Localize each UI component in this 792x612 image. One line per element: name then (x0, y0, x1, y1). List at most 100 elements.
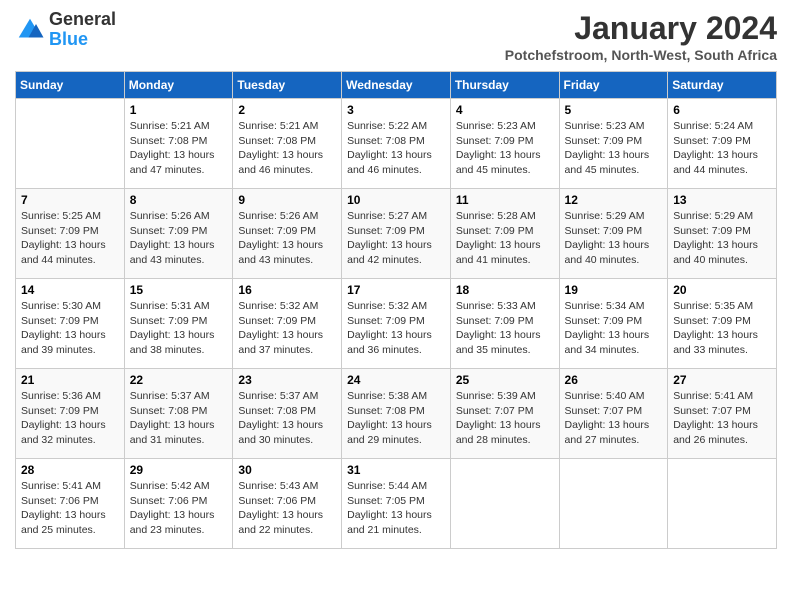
calendar-cell: 31 Sunrise: 5:44 AM Sunset: 7:05 PM Dayli… (342, 459, 451, 549)
day-info: Sunrise: 5:29 AM Sunset: 7:09 PM Dayligh… (673, 209, 771, 268)
day-number: 22 (130, 373, 228, 387)
calendar-cell: 17Sunrise: 5:32 AM Sunset: 7:09 PM Dayli… (342, 279, 451, 369)
day-number: 5 (565, 103, 663, 117)
day-info: Sunrise: 5:33 AM Sunset: 7:09 PM Dayligh… (456, 299, 554, 358)
day-info: Sunrise: 5:38 AM Sunset: 7:08 PM Dayligh… (347, 389, 445, 448)
day-info: Sunrise: 5:42 AM Sunset: 7:06 PM Dayligh… (130, 479, 228, 538)
header-cell-friday: Friday (559, 72, 668, 99)
day-info: Sunrise: 5:21 AM Sunset: 7:08 PM Dayligh… (130, 119, 228, 178)
day-number: 21 (21, 373, 119, 387)
day-info: Sunrise: 5:28 AM Sunset: 7:09 PM Dayligh… (456, 209, 554, 268)
day-info: Sunrise: 5:36 AM Sunset: 7:09 PM Dayligh… (21, 389, 119, 448)
day-number: 29 (130, 463, 228, 477)
calendar-cell: 18 Sunrise: 5:33 AM Sunset: 7:09 PM Dayli… (450, 279, 559, 369)
calendar-cell: 15 Sunrise: 5:31 AM Sunset: 7:09 PM Dayli… (124, 279, 233, 369)
calendar-cell: 30Sunrise: 5:43 AM Sunset: 7:06 PM Dayli… (233, 459, 342, 549)
week-row-4: 21 Sunrise: 5:36 AM Sunset: 7:09 PM Dayli… (16, 369, 777, 459)
calendar-cell: 4Sunrise: 5:23 AM Sunset: 7:09 PM Daylig… (450, 99, 559, 189)
day-number: 16 (238, 283, 336, 297)
week-row-3: 14 Sunrise: 5:30 AM Sunset: 7:09 PM Dayli… (16, 279, 777, 369)
day-number: 23 (238, 373, 336, 387)
calendar-cell: 16 Sunrise: 5:32 AM Sunset: 7:09 PM Dayli… (233, 279, 342, 369)
header-row: SundayMondayTuesdayWednesdayThursdayFrid… (16, 72, 777, 99)
day-number: 30 (238, 463, 336, 477)
calendar-cell: 25Sunrise: 5:39 AM Sunset: 7:07 PM Dayli… (450, 369, 559, 459)
header-cell-thursday: Thursday (450, 72, 559, 99)
day-info: Sunrise: 5:35 AM Sunset: 7:09 PM Dayligh… (673, 299, 771, 358)
day-info: Sunrise: 5:26 AM Sunset: 7:09 PM Dayligh… (130, 209, 228, 268)
day-info: Sunrise: 5:34 AM Sunset: 7:09 PM Dayligh… (565, 299, 663, 358)
day-number: 4 (456, 103, 554, 117)
calendar-cell: 13 Sunrise: 5:29 AM Sunset: 7:09 PM Dayli… (668, 189, 777, 279)
location: Potchefstroom, North-West, South Africa (505, 47, 777, 63)
header-cell-monday: Monday (124, 72, 233, 99)
day-number: 11 (456, 193, 554, 207)
calendar-cell (559, 459, 668, 549)
calendar-cell: 22 Sunrise: 5:37 AM Sunset: 7:08 PM Dayli… (124, 369, 233, 459)
day-number: 3 (347, 103, 445, 117)
calendar-cell (450, 459, 559, 549)
calendar-cell: 24 Sunrise: 5:38 AM Sunset: 7:08 PM Dayli… (342, 369, 451, 459)
calendar-cell: 14 Sunrise: 5:30 AM Sunset: 7:09 PM Dayli… (16, 279, 125, 369)
day-number: 7 (21, 193, 119, 207)
calendar-cell: 2Sunrise: 5:21 AM Sunset: 7:08 PM Daylig… (233, 99, 342, 189)
calendar-cell: 20 Sunrise: 5:35 AM Sunset: 7:09 PM Dayli… (668, 279, 777, 369)
day-number: 1 (130, 103, 228, 117)
day-info: Sunrise: 5:30 AM Sunset: 7:09 PM Dayligh… (21, 299, 119, 358)
header-cell-sunday: Sunday (16, 72, 125, 99)
week-row-1: 1 Sunrise: 5:21 AM Sunset: 7:08 PM Daylig… (16, 99, 777, 189)
day-number: 31 (347, 463, 445, 477)
calendar-cell: 27 Sunrise: 5:41 AM Sunset: 7:07 PM Dayli… (668, 369, 777, 459)
day-info: Sunrise: 5:31 AM Sunset: 7:09 PM Dayligh… (130, 299, 228, 358)
day-info: Sunrise: 5:37 AM Sunset: 7:08 PM Dayligh… (238, 389, 336, 448)
day-number: 19 (565, 283, 663, 297)
day-number: 8 (130, 193, 228, 207)
day-info: Sunrise: 5:26 AM Sunset: 7:09 PM Dayligh… (238, 209, 336, 268)
day-info: Sunrise: 5:40 AM Sunset: 7:07 PM Dayligh… (565, 389, 663, 448)
calendar-cell (668, 459, 777, 549)
day-number: 10 (347, 193, 445, 207)
title-block: January 2024 Potchefstroom, North-West, … (505, 10, 777, 63)
day-info: Sunrise: 5:24 AM Sunset: 7:09 PM Dayligh… (673, 119, 771, 178)
day-info: Sunrise: 5:27 AM Sunset: 7:09 PM Dayligh… (347, 209, 445, 268)
day-number: 14 (21, 283, 119, 297)
day-number: 18 (456, 283, 554, 297)
day-number: 12 (565, 193, 663, 207)
logo: General Blue (15, 10, 116, 50)
day-info: Sunrise: 5:37 AM Sunset: 7:08 PM Dayligh… (130, 389, 228, 448)
month-year: January 2024 (505, 10, 777, 47)
day-info: Sunrise: 5:44 AM Sunset: 7:05 PM Dayligh… (347, 479, 445, 538)
calendar-cell: 26Sunrise: 5:40 AM Sunset: 7:07 PM Dayli… (559, 369, 668, 459)
header-cell-saturday: Saturday (668, 72, 777, 99)
day-number: 15 (130, 283, 228, 297)
day-number: 6 (673, 103, 771, 117)
calendar-cell: 1 Sunrise: 5:21 AM Sunset: 7:08 PM Daylig… (124, 99, 233, 189)
calendar-cell: 5 Sunrise: 5:23 AM Sunset: 7:09 PM Daylig… (559, 99, 668, 189)
day-number: 13 (673, 193, 771, 207)
day-info: Sunrise: 5:32 AM Sunset: 7:09 PM Dayligh… (238, 299, 336, 358)
day-number: 24 (347, 373, 445, 387)
page-header: General Blue January 2024 Potchefstroom,… (15, 10, 777, 63)
day-info: Sunrise: 5:39 AM Sunset: 7:07 PM Dayligh… (456, 389, 554, 448)
calendar-cell: 19 Sunrise: 5:34 AM Sunset: 7:09 PM Dayli… (559, 279, 668, 369)
week-row-5: 28Sunrise: 5:41 AM Sunset: 7:06 PM Dayli… (16, 459, 777, 549)
calendar-cell: 8 Sunrise: 5:26 AM Sunset: 7:09 PM Daylig… (124, 189, 233, 279)
calendar-cell: 7 Sunrise: 5:25 AM Sunset: 7:09 PM Daylig… (16, 189, 125, 279)
calendar-cell: 12 Sunrise: 5:29 AM Sunset: 7:09 PM Dayli… (559, 189, 668, 279)
day-info: Sunrise: 5:25 AM Sunset: 7:09 PM Dayligh… (21, 209, 119, 268)
logo-icon (15, 15, 45, 45)
day-info: Sunrise: 5:32 AM Sunset: 7:09 PM Dayligh… (347, 299, 445, 358)
day-info: Sunrise: 5:41 AM Sunset: 7:06 PM Dayligh… (21, 479, 119, 538)
calendar-cell: 6 Sunrise: 5:24 AM Sunset: 7:09 PM Daylig… (668, 99, 777, 189)
day-info: Sunrise: 5:22 AM Sunset: 7:08 PM Dayligh… (347, 119, 445, 178)
header-cell-tuesday: Tuesday (233, 72, 342, 99)
calendar-cell: 9Sunrise: 5:26 AM Sunset: 7:09 PM Daylig… (233, 189, 342, 279)
calendar-cell: 21 Sunrise: 5:36 AM Sunset: 7:09 PM Dayli… (16, 369, 125, 459)
header-cell-wednesday: Wednesday (342, 72, 451, 99)
day-number: 20 (673, 283, 771, 297)
day-info: Sunrise: 5:23 AM Sunset: 7:09 PM Dayligh… (565, 119, 663, 178)
calendar-cell: 3 Sunrise: 5:22 AM Sunset: 7:08 PM Daylig… (342, 99, 451, 189)
day-info: Sunrise: 5:29 AM Sunset: 7:09 PM Dayligh… (565, 209, 663, 268)
day-info: Sunrise: 5:41 AM Sunset: 7:07 PM Dayligh… (673, 389, 771, 448)
day-number: 27 (673, 373, 771, 387)
